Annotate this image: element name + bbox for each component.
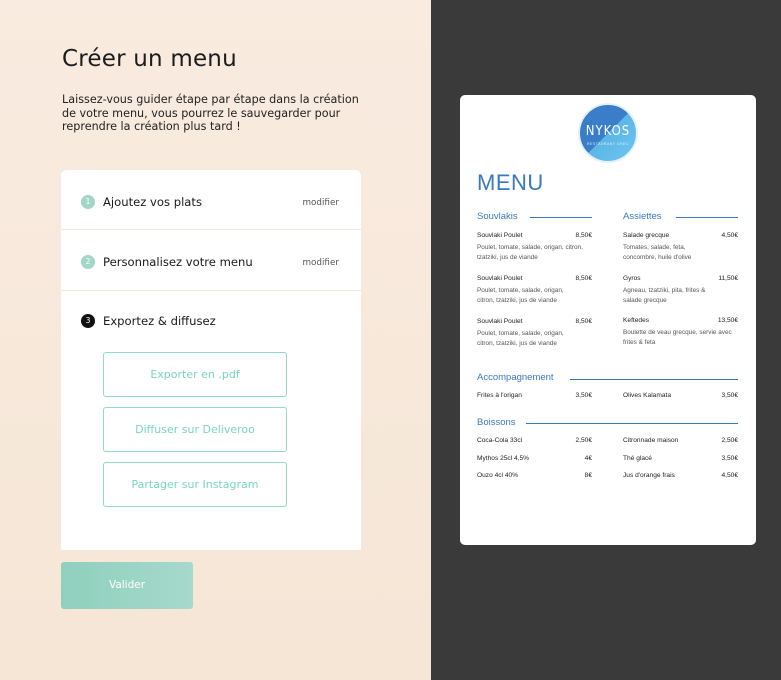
- section-divider: [530, 217, 592, 218]
- menu-item-price: 2,50€: [721, 437, 738, 444]
- intro-text: Laissez-vous guider étape par étape dans…: [62, 93, 359, 133]
- menu-item-price: 8,50€: [575, 275, 592, 282]
- step-number-badge: 1: [81, 195, 95, 209]
- step-export-share: 3 Exportez & diffusez: [61, 291, 361, 351]
- menu-item-name: Gyros: [623, 275, 641, 282]
- menu-item-description: Poulet, tomate, salade, origan, citron, …: [477, 244, 583, 261]
- menu-item-name: Keftedes: [623, 317, 650, 324]
- logo-subtitle: RESTAURANT GREC: [587, 142, 629, 146]
- menu-item-name: Thé glacé: [623, 455, 652, 462]
- menu-item-price: 11,50€: [718, 275, 738, 282]
- menu-item-price: 4,50€: [721, 472, 738, 479]
- page-title: Créer un menu: [62, 46, 237, 72]
- menu-item-name: Frites à l'origan: [477, 392, 522, 399]
- menu-item-name: Souvlaki Poulet: [477, 275, 523, 282]
- step-add-dishes[interactable]: 1 Ajoutez vos plats modifier: [61, 170, 361, 230]
- menu-item-price: 4€: [584, 455, 592, 462]
- menu-item-name: Olives Kalamata: [623, 392, 672, 399]
- menu-item-price: 2,50€: [575, 437, 592, 444]
- step-label: Exportez & diffusez: [103, 314, 216, 328]
- section-title-assiettes: Assiettes: [623, 211, 662, 222]
- menu-item-description: Poulet, tomate, salade, origan, citron, …: [477, 330, 564, 347]
- editor-panel: Créer un menu Laissez-vous guider étape …: [0, 0, 431, 680]
- menu-item-description: Poulet, tomate, salade, origan, citron, …: [477, 287, 564, 304]
- menu-item-name: Citronnade maison: [623, 437, 679, 444]
- menu-item-price: 3,50€: [721, 455, 738, 462]
- menu-item-description: Boulette de veau grecque, servie avec fr…: [623, 329, 732, 346]
- section-divider: [676, 217, 738, 218]
- menu-item-name: Mythos 25cl 4,5%: [477, 455, 530, 462]
- menu-item-price: 3,50€: [721, 392, 738, 399]
- section-divider: [570, 379, 738, 380]
- section-title-accompagnement: Accompagnement: [477, 372, 554, 383]
- menu-item-name: Souvlaki Poulet: [477, 318, 523, 325]
- menu-item-name: Jus d'orange frais: [623, 472, 675, 479]
- step-number-badge: 2: [81, 255, 95, 269]
- step-label: Personnalisez votre menu: [103, 255, 253, 269]
- steps-card: 1 Ajoutez vos plats modifier 2 Personnal…: [61, 170, 361, 550]
- menu-item-price: 4,50€: [721, 232, 738, 239]
- logo-text: NYKOS: [585, 124, 631, 139]
- section-title-souvlakis: Souvlakis: [477, 211, 518, 222]
- share-instagram-button[interactable]: Partager sur Instagram: [103, 462, 287, 507]
- menu-item-price: 8,50€: [575, 232, 592, 239]
- step-customize-menu[interactable]: 2 Personnalisez votre menu modifier: [61, 230, 361, 291]
- share-deliveroo-button[interactable]: Diffuser sur Deliveroo: [103, 407, 287, 452]
- menu-item-name: Salade grecque: [623, 232, 670, 239]
- menu-preview: NYKOS RESTAURANT GREC MENU Souvlakis Sou…: [460, 95, 756, 545]
- export-pdf-button[interactable]: Exporter en .pdf: [103, 352, 287, 397]
- section-divider: [526, 423, 738, 424]
- menu-item-name: Souvlaki Poulet: [477, 232, 523, 239]
- menu-item-price: 3,50€: [575, 392, 592, 399]
- menu-item-price: 8,50€: [575, 318, 592, 325]
- menu-item-description: Agneau, tzatziki, pita, frites & salade …: [623, 287, 706, 304]
- validate-button[interactable]: Valider: [61, 562, 193, 609]
- modify-link[interactable]: modifier: [302, 198, 339, 208]
- menu-item-price: 8€: [584, 472, 592, 479]
- step-number-badge: 3: [81, 314, 95, 328]
- menu-item-description: Tomates, salade, feta, concombre, huile …: [623, 244, 692, 261]
- menu-item-name: Ouzo 4cl 40%: [477, 472, 519, 479]
- section-title-boissons: Boissons: [477, 417, 516, 428]
- menu-title: MENU: [477, 170, 544, 195]
- restaurant-logo: NYKOS RESTAURANT GREC: [578, 103, 638, 163]
- menu-item-name: Coca-Cola 33cl: [477, 437, 523, 444]
- modify-link[interactable]: modifier: [302, 258, 339, 268]
- step-label: Ajoutez vos plats: [103, 195, 202, 209]
- menu-item-price: 13,50€: [717, 317, 738, 324]
